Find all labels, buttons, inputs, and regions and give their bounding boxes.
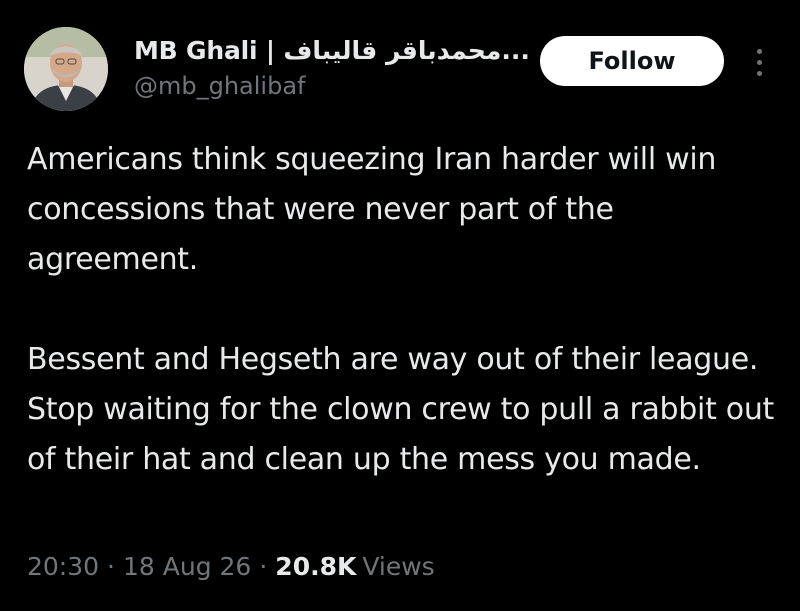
follow-button[interactable]: Follow: [540, 36, 724, 86]
tweet-date[interactable]: 18 Aug 26: [123, 552, 251, 581]
tweet-card: MB Ghali | محمدباقر قالیباف... @mb_ghali…: [0, 0, 800, 611]
dot: [756, 59, 762, 65]
avatar[interactable]: [24, 27, 108, 111]
tweet-paragraph: Americans think squeezing Iran harder wi…: [27, 142, 717, 277]
author-name-row[interactable]: MB Ghali | محمدباقر قالیباف...: [134, 33, 530, 67]
separator: ·: [259, 552, 268, 581]
more-options-icon[interactable]: [746, 44, 772, 80]
separator: ·: [107, 552, 115, 581]
dot: [756, 48, 762, 54]
author-handle[interactable]: @mb_ghalibaf: [134, 72, 306, 100]
views-count[interactable]: 20.8K: [275, 552, 356, 581]
dot: [756, 70, 762, 76]
views-label[interactable]: Views: [362, 552, 434, 581]
author-display-name[interactable]: MB Ghali | محمدباقر قالیباف...: [134, 36, 530, 65]
tweet-paragraph: Bessent and Hegseth are way out of their…: [27, 342, 775, 477]
avatar-photo-icon: [24, 27, 108, 111]
tweet-text: Americans think squeezing Iran harder wi…: [27, 135, 787, 485]
tweet-time[interactable]: 20:30: [27, 552, 99, 581]
tweet-meta: 20:30 · 18 Aug 26 · 20.8K Views: [27, 552, 435, 581]
